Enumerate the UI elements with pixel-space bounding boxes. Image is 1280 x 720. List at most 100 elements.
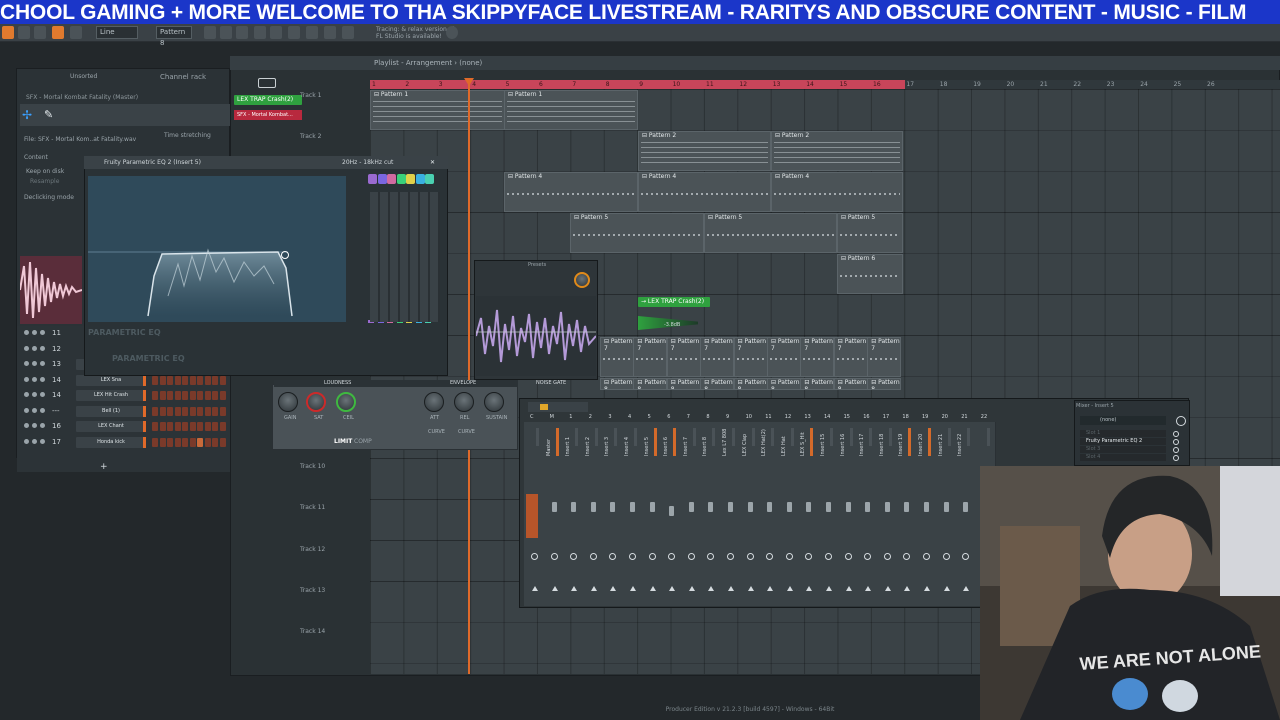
- clip-pattern-7[interactable]: ⊟ Pattern 7: [867, 337, 902, 377]
- route-arrow-icon[interactable]: [630, 586, 636, 591]
- sat-knob[interactable]: [306, 392, 326, 412]
- mixer-strip-label[interactable]: Insert 5: [644, 426, 650, 456]
- mixer-layout-icon[interactable]: [540, 404, 548, 410]
- noise-gate-tab[interactable]: NOISE GATE: [536, 380, 566, 386]
- gain-knob[interactable]: [278, 392, 298, 412]
- step-button[interactable]: [167, 422, 173, 431]
- channel-mute-icon[interactable]: [40, 423, 45, 428]
- clip-pattern-4[interactable]: ⊟ Pattern 4: [638, 172, 771, 212]
- limit-tab[interactable]: LIMIT: [334, 438, 352, 445]
- channel-mute-icon[interactable]: [32, 438, 37, 444]
- comp-tab[interactable]: COMP: [354, 438, 372, 445]
- step-button[interactable]: [197, 422, 203, 431]
- step-button[interactable]: [159, 375, 166, 385]
- loop-region[interactable]: [370, 80, 905, 89]
- draw-tool-icon[interactable]: [34, 26, 46, 39]
- fl-menu-icon[interactable]: [2, 26, 14, 39]
- route-arrow-icon[interactable]: [747, 586, 754, 591]
- channel-mute-icon[interactable]: [40, 438, 45, 444]
- step-button[interactable]: [152, 391, 158, 400]
- mixer-fader[interactable]: [786, 502, 792, 512]
- route-arrow-icon[interactable]: [786, 586, 793, 591]
- mixer-strip-label[interactable]: Insert 16: [840, 426, 846, 456]
- step-button[interactable]: [219, 406, 226, 416]
- step-button[interactable]: [219, 422, 226, 431]
- mixer-effect-slot[interactable]: Slot 3: [1080, 446, 1166, 453]
- step-button[interactable]: [219, 391, 226, 400]
- channel-name[interactable]: Honda kick: [76, 436, 146, 448]
- clip-pattern-8[interactable]: ⊟ Pattern 8: [666, 378, 701, 390]
- channel-select-indicator[interactable]: [143, 436, 146, 448]
- mixer-pan-knob[interactable]: [785, 553, 793, 560]
- mixer-fader[interactable]: [630, 502, 635, 512]
- step-button[interactable]: [174, 422, 181, 431]
- slice-tool-icon[interactable]: [70, 26, 82, 39]
- clip-pattern-8[interactable]: ⊟ Pattern 8: [600, 378, 634, 390]
- eq-band-handle[interactable]: [387, 174, 396, 184]
- clip-pattern-5[interactable]: ⊟ Pattern 5: [570, 213, 704, 253]
- step-button[interactable]: [204, 391, 211, 400]
- step-button[interactable]: [189, 391, 196, 400]
- clip-pattern-2[interactable]: ⊟ Pattern 2: [638, 131, 771, 171]
- route-arrow-icon[interactable]: [904, 586, 911, 591]
- step-button[interactable]: [212, 406, 218, 416]
- clip-pattern-7[interactable]: ⊟ Pattern 7: [767, 337, 801, 377]
- mixer-pan-knob[interactable]: [629, 553, 636, 560]
- mixer-effect-slot[interactable]: Slot 4: [1080, 454, 1166, 461]
- mixer-view-buttons[interactable]: [528, 402, 588, 412]
- mixer-pan-knob[interactable]: [550, 553, 558, 560]
- step-button[interactable]: [167, 391, 173, 400]
- slot-mix-knob[interactable]: [1173, 439, 1179, 445]
- route-arrow-icon[interactable]: [826, 586, 832, 591]
- playhead-marker-icon[interactable]: [464, 78, 474, 86]
- channel-name[interactable]: LEX Sna: [76, 374, 146, 386]
- master-level-knob[interactable]: [574, 272, 590, 288]
- keep-on-disk-checkbox[interactable]: Keep on disk: [26, 168, 64, 175]
- step-button[interactable]: [189, 437, 196, 447]
- channel-mute-icon[interactable]: [32, 376, 37, 382]
- close-icon[interactable]: ✕: [430, 156, 435, 169]
- step-button[interactable]: [167, 375, 173, 385]
- clip-pattern-8[interactable]: ⊟ Pattern 8: [800, 378, 835, 390]
- browser-filter[interactable]: Unsorted: [70, 73, 97, 80]
- sustain-knob[interactable]: [484, 392, 504, 412]
- mixer-pan-knob[interactable]: [844, 553, 852, 560]
- mixer-strip-label[interactable]: LEX Hat(2): [761, 426, 767, 456]
- eq-graph[interactable]: [88, 176, 346, 322]
- step-button[interactable]: [197, 437, 203, 447]
- route-arrow-icon[interactable]: [845, 586, 852, 591]
- step-button[interactable]: [167, 437, 173, 447]
- route-arrow-icon[interactable]: [884, 586, 891, 591]
- master-knob[interactable]: [1176, 416, 1186, 426]
- pattern-select[interactable]: Pattern 8: [156, 26, 192, 47]
- step-button[interactable]: [152, 437, 158, 447]
- step-button[interactable]: [159, 422, 166, 431]
- step-button[interactable]: [212, 391, 218, 400]
- step-button[interactable]: [152, 422, 158, 431]
- active-clip-crash[interactable]: LEX TRAP Crash(2): [234, 95, 302, 105]
- channel-mute-icon[interactable]: [24, 376, 29, 382]
- mixer-strip-label[interactable]: LEX Clap: [742, 426, 748, 456]
- route-arrow-icon[interactable]: [806, 586, 813, 591]
- step-button[interactable]: [159, 406, 166, 416]
- ceil-knob[interactable]: [336, 392, 356, 412]
- track-label-14[interactable]: Track 14: [300, 628, 360, 635]
- mixer-fader[interactable]: [943, 502, 949, 512]
- channel-mute-icon[interactable]: [24, 438, 29, 444]
- slot-mix-knob[interactable]: [1173, 447, 1179, 453]
- mixer-strip-label[interactable]: Lex L7 808: [722, 426, 728, 456]
- clip-pattern-5[interactable]: ⊟ Pattern 5: [704, 213, 837, 253]
- route-arrow-icon[interactable]: [728, 586, 734, 591]
- mixer-fader[interactable]: [924, 502, 929, 512]
- add-channel-button[interactable]: +: [100, 462, 108, 472]
- channel-name[interactable]: LEX Hit Crash: [76, 390, 146, 401]
- step-button[interactable]: [219, 437, 226, 447]
- mixer-strip-label[interactable]: Insert 7: [683, 426, 689, 456]
- mixer-pan-knob[interactable]: [531, 553, 538, 560]
- channel-mute-icon[interactable]: [40, 330, 45, 335]
- channel-mute-icon[interactable]: [40, 392, 45, 397]
- channel-mute-icon[interactable]: [32, 392, 37, 397]
- clip-pattern-4[interactable]: ⊟ Pattern 4: [504, 172, 638, 212]
- step-button[interactable]: [152, 375, 158, 385]
- clip-lex-crash[interactable]: → LEX TRAP Crash(2): [638, 297, 710, 307]
